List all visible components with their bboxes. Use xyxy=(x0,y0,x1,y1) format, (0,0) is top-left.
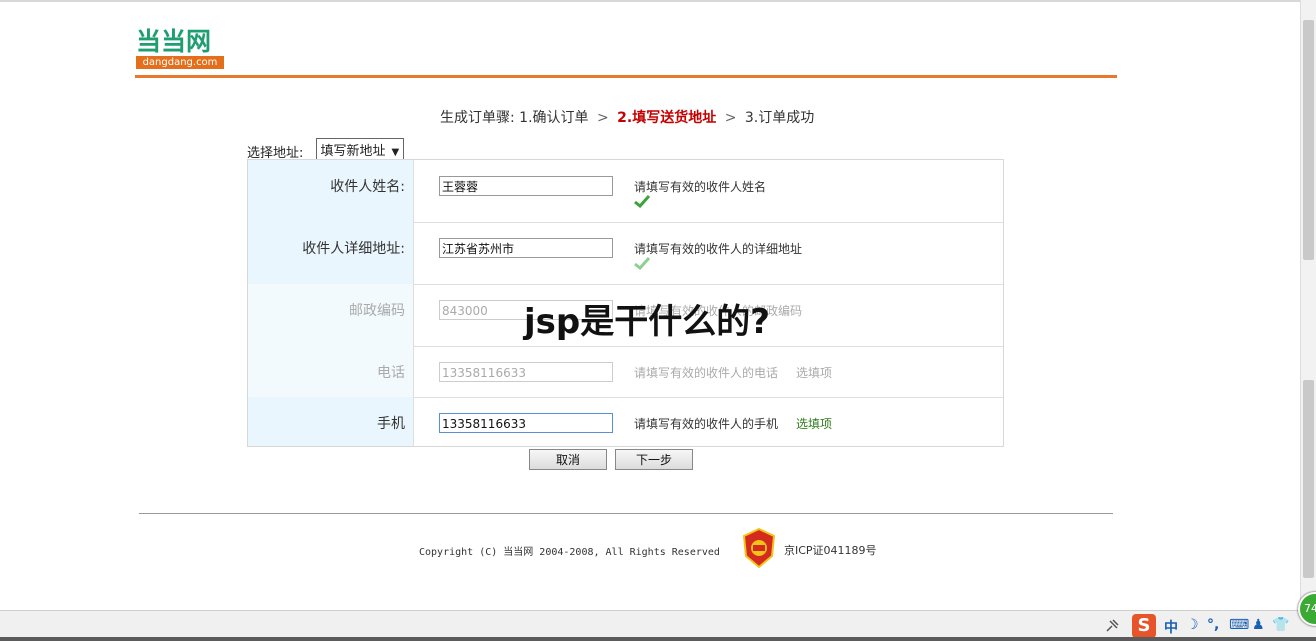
user-icon[interactable]: ♟ xyxy=(1252,617,1265,633)
form-label: 手机 xyxy=(248,397,414,446)
form-hint: 请填写有效的收件人的手机 xyxy=(634,417,779,431)
phone-input[interactable]: 13358116633 xyxy=(439,362,613,382)
mobile-input[interactable]: 13358116633 xyxy=(439,413,613,433)
step-order-success: 3.订单成功 xyxy=(744,110,815,126)
form-row-mobile: 手机 13358116633 请填写有效的收件人的手机 选填项 xyxy=(248,397,1003,446)
form-hint: 请填写有效的收件人姓名 xyxy=(634,180,767,194)
vertical-scrollbar[interactable] xyxy=(1300,0,1316,610)
logo-english: dangdang.com xyxy=(136,56,224,69)
cancel-button[interactable]: 取消 xyxy=(529,449,607,470)
icp-license[interactable]: 京ICP证041189号 xyxy=(784,542,877,558)
step-confirm-order: 1.确认订单 xyxy=(519,110,589,126)
form-row-address: 收件人详细地址: 江苏省苏州市 请填写有效的收件人的详细地址 xyxy=(248,222,1003,285)
police-badge-icon[interactable] xyxy=(742,528,776,568)
form-label: 收件人姓名: xyxy=(248,160,414,222)
shirt-icon[interactable]: 👕 xyxy=(1272,617,1289,633)
dropdown-arrow-icon: ▼ xyxy=(391,147,400,158)
order-steps: 生成订单骤: 1.确认订单 > 2.填写送货地址 > 3.订单成功 xyxy=(440,107,814,127)
footer-divider xyxy=(139,513,1113,514)
dangdang-logo[interactable]: 当当网 dangdang.com xyxy=(136,28,224,69)
header-divider xyxy=(135,75,1117,78)
punctuation-icon[interactable]: °, xyxy=(1207,617,1219,633)
step-fill-address: 2.填写送货地址 xyxy=(617,110,717,126)
ime-language-toggle[interactable]: 中 xyxy=(1164,617,1178,637)
address-select[interactable]: 填写新地址 ▼ xyxy=(315,138,405,161)
recipient-address-input[interactable]: 江苏省苏州市 xyxy=(439,238,613,258)
optional-tag: 选填项 xyxy=(796,417,833,431)
overlay-title: jsp是干什么的? xyxy=(524,302,770,342)
pin-icon[interactable] xyxy=(1104,618,1120,634)
scrollbar-thumb[interactable] xyxy=(1303,20,1314,260)
valid-check-icon xyxy=(634,194,650,208)
form-hint: 请填写有效的收件人的电话 xyxy=(634,366,779,380)
form-label: 邮政编码 xyxy=(248,284,414,346)
valid-check-icon xyxy=(634,256,650,270)
optional-tag: 选填项 xyxy=(796,366,833,380)
form-row-phone: 电话 13358116633 请填写有效的收件人的电话 选填项 xyxy=(248,346,1003,398)
address-select-value: 填写新地址 xyxy=(320,144,386,159)
copyright-text: Copyright (C) 当当网 2004-2008, All Rights … xyxy=(419,547,720,558)
taskbar: S 中 ☽ °, ⌨ ♟ 👕 xyxy=(0,610,1316,641)
form-row-name: 收件人姓名: 王蓉蓉 请填写有效的收件人姓名 xyxy=(248,160,1003,223)
form-label: 收件人详细地址: xyxy=(248,222,414,284)
taskbar-bottom-edge xyxy=(0,637,1316,641)
moon-icon[interactable]: ☽ xyxy=(1186,617,1199,633)
scrollbar-track-lower[interactable] xyxy=(1303,380,1314,578)
recipient-name-input[interactable]: 王蓉蓉 xyxy=(439,176,613,196)
form-label: 电话 xyxy=(248,346,414,397)
step-arrow: > xyxy=(596,110,609,126)
logo-chinese: 当当网 xyxy=(136,27,212,56)
steps-prefix: 生成订单骤: xyxy=(440,110,515,126)
form-hint: 请填写有效的收件人的详细地址 xyxy=(634,242,803,256)
step-arrow: > xyxy=(724,110,737,126)
next-step-button[interactable]: 下一步 xyxy=(615,449,693,470)
keyboard-icon[interactable]: ⌨ xyxy=(1229,617,1249,633)
sogou-ime-icon[interactable]: S xyxy=(1132,614,1156,638)
top-border xyxy=(0,0,1300,2)
